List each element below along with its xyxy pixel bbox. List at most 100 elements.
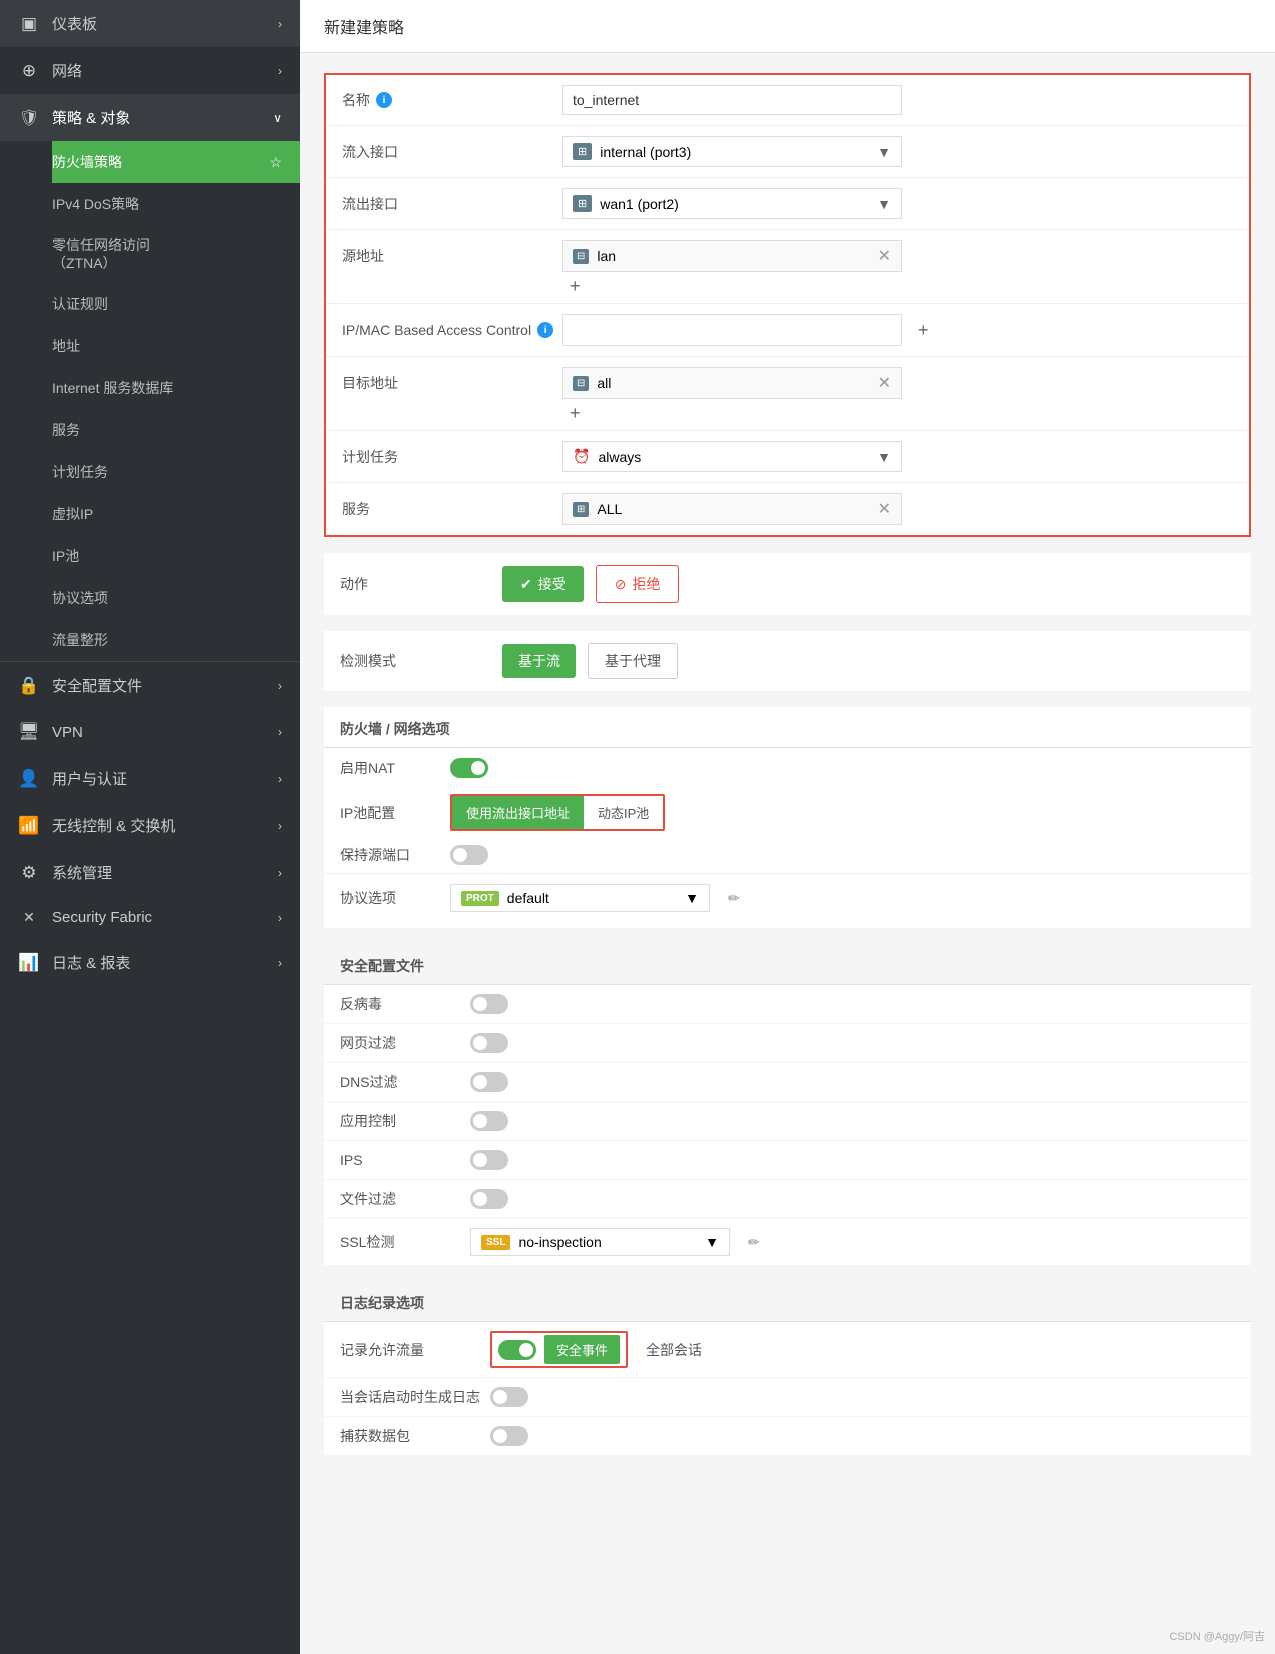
app-control-toggle[interactable] bbox=[470, 1111, 508, 1131]
dynamic-pool-button[interactable]: 动态IP池 bbox=[584, 796, 663, 829]
ipmac-label: IP/MAC Based Access Control i bbox=[342, 322, 562, 338]
dest-tag-value: all bbox=[597, 375, 611, 391]
outbound-addr-button[interactable]: 使用流出接口地址 bbox=[452, 796, 584, 829]
inbound-select[interactable]: ⊞ internal (port3) ▼ bbox=[562, 136, 902, 167]
ipmac-info-icon[interactable]: i bbox=[537, 322, 553, 338]
sidebar-item-internet-db[interactable]: Internet 服务数据库 bbox=[52, 367, 300, 409]
dns-filter-row: DNS过滤 bbox=[324, 1063, 1251, 1102]
policy-config-section: 名称 i 流入接口 ⊞ internal (port3) ▼ bbox=[324, 73, 1251, 537]
accept-button[interactable]: ✔ 接受 bbox=[502, 566, 584, 602]
web-filter-toggle[interactable] bbox=[470, 1033, 508, 1053]
proto-value: default bbox=[507, 890, 549, 906]
ipmac-add-icon[interactable]: + bbox=[910, 320, 937, 341]
ip-pool-config-label: IP池配置 bbox=[340, 803, 440, 823]
fw-header: 防火墙 / 网络选项 bbox=[324, 707, 1251, 748]
ssl-value: no-inspection bbox=[518, 1234, 601, 1250]
source-add-row: + bbox=[342, 272, 589, 297]
file-filter-label: 文件过滤 bbox=[340, 1189, 460, 1209]
name-info-icon[interactable]: i bbox=[376, 92, 392, 108]
file-filter-toggle[interactable] bbox=[470, 1189, 508, 1209]
sidebar-item-security-profiles[interactable]: 🔒 安全配置文件 › bbox=[0, 661, 300, 709]
ipmac-field[interactable] bbox=[562, 314, 902, 346]
all-session-text[interactable]: 全部会话 bbox=[646, 1340, 702, 1360]
action-label: 动作 bbox=[340, 574, 490, 594]
service-row: 服务 ⊞ ALL ✕ bbox=[326, 483, 1249, 535]
sidebar-item-ztna[interactable]: 零信任网络访问 （ZTNA） bbox=[52, 225, 300, 283]
source-add-icon[interactable]: + bbox=[562, 276, 589, 297]
security-event-button[interactable]: 安全事件 bbox=[544, 1335, 620, 1364]
source-remove-icon[interactable]: ✕ bbox=[878, 246, 891, 266]
sidebar-item-firewall-policy[interactable]: 防火墙策略 ☆ bbox=[52, 141, 300, 183]
inbound-chevron-icon: ▼ bbox=[877, 144, 891, 160]
service-tag-icon: ⊞ bbox=[573, 502, 589, 517]
services-label: 服务 bbox=[52, 420, 80, 440]
session-start-toggle[interactable] bbox=[490, 1387, 528, 1407]
proto-select[interactable]: PROT default ▼ bbox=[450, 884, 710, 912]
sidebar-item-dashboard[interactable]: ▣ 仪表板 › bbox=[0, 0, 300, 47]
sidebar-item-ip-pool[interactable]: IP池 bbox=[52, 535, 300, 577]
dns-filter-label: DNS过滤 bbox=[340, 1072, 460, 1092]
sidebar-item-wireless[interactable]: 📶 无线控制 & 交换机 › bbox=[0, 802, 300, 849]
schedules-label: 计划任务 bbox=[52, 462, 108, 482]
antivirus-toggle[interactable] bbox=[470, 994, 508, 1014]
auth-rules-label: 认证规则 bbox=[52, 294, 108, 314]
address-label: 地址 bbox=[52, 336, 80, 356]
service-remove-icon[interactable]: ✕ bbox=[878, 499, 891, 519]
ips-label: IPS bbox=[340, 1152, 460, 1168]
nat-toggle[interactable] bbox=[450, 758, 488, 778]
sidebar-item-users[interactable]: 👤 用户与认证 › bbox=[0, 755, 300, 802]
gear-icon: ⚙ bbox=[18, 863, 40, 883]
dest-add-icon[interactable]: + bbox=[562, 403, 589, 424]
outbound-select[interactable]: ⊞ wan1 (port2) ▼ bbox=[562, 188, 902, 219]
vpn-arrow: › bbox=[278, 725, 282, 739]
dest-tag-icon: ⊟ bbox=[573, 376, 589, 391]
ssl-edit-icon[interactable]: ✏ bbox=[748, 1234, 760, 1251]
firewall-star-icon[interactable]: ☆ bbox=[269, 154, 282, 171]
sidebar-item-auth-rules[interactable]: 认证规则 bbox=[52, 283, 300, 325]
file-filter-row: 文件过滤 bbox=[324, 1180, 1251, 1219]
capture-label: 捕获数据包 bbox=[340, 1426, 480, 1446]
outbound-label: 流出接口 bbox=[342, 194, 562, 214]
sidebar-item-vpn[interactable]: 🖥 VPN › bbox=[0, 709, 300, 755]
log-traffic-label: 记录允许流量 bbox=[340, 1340, 480, 1360]
wireless-arrow: › bbox=[278, 819, 282, 833]
sidebar-item-protocol-opts[interactable]: 协议选项 bbox=[52, 577, 300, 619]
sidebar-item-virtual-ip[interactable]: 虚拟IP bbox=[52, 493, 300, 535]
dest-tag: ⊟ all ✕ bbox=[562, 367, 902, 399]
sidebar-item-traffic-shaping[interactable]: 流量整形 bbox=[52, 619, 300, 661]
src-port-toggle[interactable] bbox=[450, 845, 488, 865]
capture-toggle[interactable] bbox=[490, 1426, 528, 1446]
proxy-button[interactable]: 基于代理 bbox=[588, 643, 678, 679]
sidebar-item-security-fabric[interactable]: ✕ Security Fabric › bbox=[0, 896, 300, 939]
dest-remove-icon[interactable]: ✕ bbox=[878, 373, 891, 393]
sidebar-item-system[interactable]: ⚙ 系统管理 › bbox=[0, 849, 300, 896]
stream-button[interactable]: 基于流 bbox=[502, 644, 576, 678]
traffic-shaping-label: 流量整形 bbox=[52, 630, 108, 650]
log-section-header: 日志纪录选项 bbox=[324, 1281, 1251, 1322]
outbound-chevron-icon: ▼ bbox=[877, 196, 891, 212]
sidebar-item-schedules[interactable]: 计划任务 bbox=[52, 451, 300, 493]
ips-toggle[interactable] bbox=[470, 1150, 508, 1170]
sidebar-item-ipv4dos[interactable]: IPv4 DoS策略 bbox=[52, 183, 300, 225]
reject-button[interactable]: ⊘ 拒绝 bbox=[596, 565, 680, 603]
dest-label: 目标地址 bbox=[342, 373, 562, 393]
sidebar-item-logs[interactable]: 📊 日志 & 报表 › bbox=[0, 939, 300, 986]
sidebar-item-services[interactable]: 服务 bbox=[52, 409, 300, 451]
sidebar-item-policy-objects[interactable]: 🛡 策略 & 对象 ∨ bbox=[0, 94, 300, 141]
inbound-row: 流入接口 ⊞ internal (port3) ▼ bbox=[326, 126, 1249, 178]
sidebar-label-policy: 策略 & 对象 bbox=[52, 107, 130, 128]
sidebar-item-network[interactable]: ⊕ 网络 › bbox=[0, 47, 300, 94]
sidebar-label-network: 网络 bbox=[52, 60, 82, 81]
users-arrow: › bbox=[278, 772, 282, 786]
inbound-net-icon: ⊞ bbox=[573, 143, 592, 160]
proto-edit-icon[interactable]: ✏ bbox=[728, 890, 740, 907]
sidebar-item-address[interactable]: 地址 bbox=[52, 325, 300, 367]
name-label: 名称 i bbox=[342, 90, 562, 110]
schedule-select[interactable]: ⏰ always ▼ bbox=[562, 441, 902, 472]
internet-db-label: Internet 服务数据库 bbox=[52, 378, 173, 398]
dns-filter-toggle[interactable] bbox=[470, 1072, 508, 1092]
name-input[interactable] bbox=[562, 85, 902, 115]
ssl-select[interactable]: SSL no-inspection ▼ bbox=[470, 1228, 730, 1256]
antivirus-label: 反病毒 bbox=[340, 994, 460, 1014]
log-traffic-toggle[interactable] bbox=[498, 1340, 536, 1360]
